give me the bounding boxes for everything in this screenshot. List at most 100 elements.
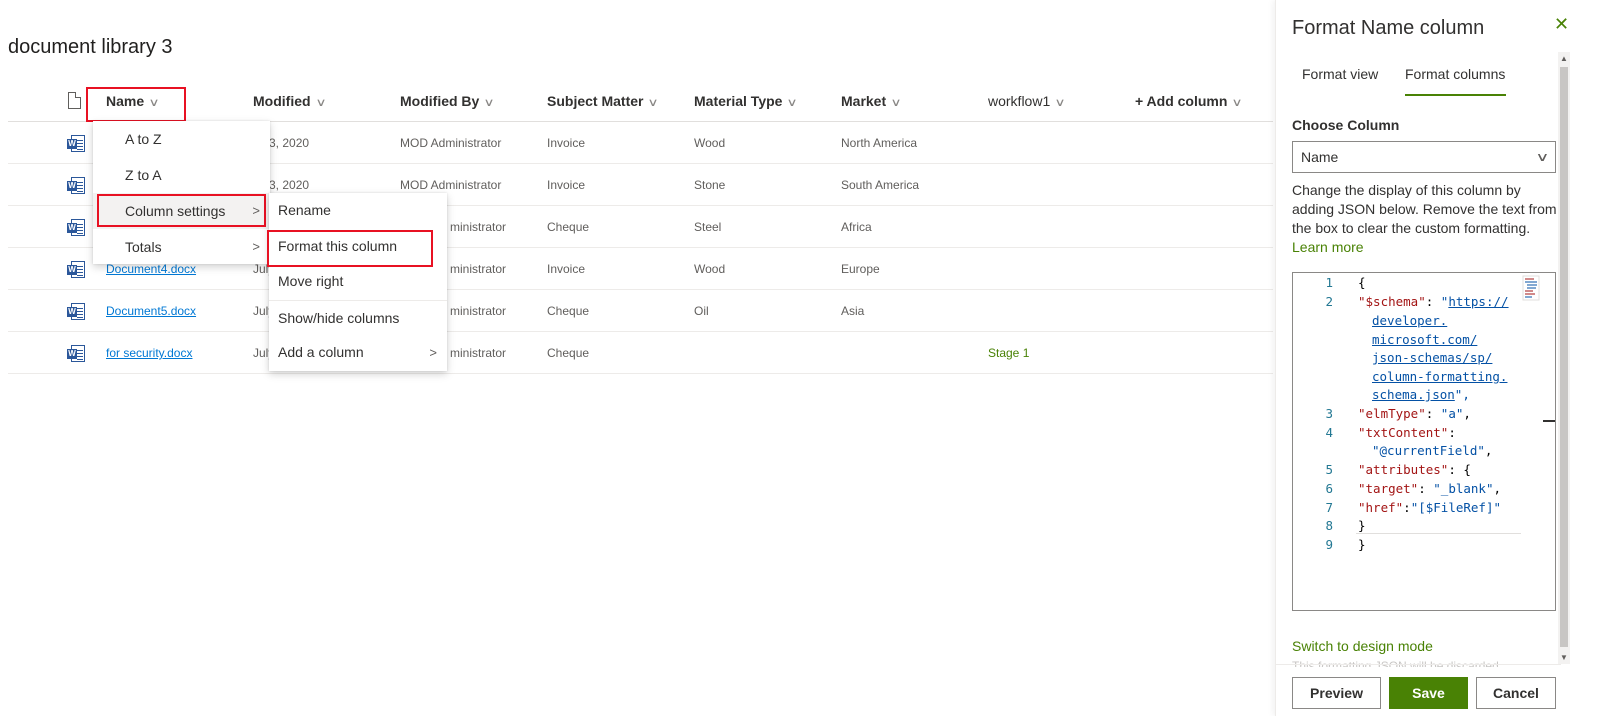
json-value: "[$FileRef]" <box>1410 500 1501 515</box>
preview-button[interactable]: Preview <box>1292 677 1381 709</box>
footer-divider <box>1276 664 1561 665</box>
column-header-label: Subject Matter <box>547 93 644 109</box>
line-number: 5 <box>1325 462 1333 477</box>
code-line: } <box>1358 518 1366 533</box>
json-key: "$schema" <box>1358 294 1426 309</box>
modified-by-cell: MOD Administrator <box>400 136 502 150</box>
editor-scroll-marker <box>1543 420 1555 422</box>
chevron-down-icon: ∨ <box>1231 97 1244 109</box>
json-key: "target" <box>1358 481 1419 496</box>
code-line: schema.json", <box>1372 387 1470 402</box>
menu-item-format-this-column[interactable]: Format this column <box>269 229 447 265</box>
tab-format-columns[interactable]: Format columns <box>1405 64 1506 96</box>
market-cell: Asia <box>841 304 865 318</box>
column-header-label: workflow1 <box>988 93 1051 109</box>
json-value: "@currentField" <box>1372 443 1485 458</box>
faded-note: This formatting JSON will be discarded <box>1292 659 1499 667</box>
code-line: { <box>1358 275 1366 290</box>
json-url-part[interactable]: json-schemas/sp/ <box>1372 350 1492 365</box>
json-key: "elmType" <box>1358 406 1426 421</box>
chevron-down-icon: ∨ <box>314 97 327 109</box>
cancel-button[interactable]: Cancel <box>1476 677 1556 709</box>
json-url-part[interactable]: microsoft.com/ <box>1372 332 1477 347</box>
json-url-part[interactable]: https:// <box>1448 294 1508 309</box>
menu-item-label: Column settings <box>125 203 226 219</box>
dropdown-value: Name <box>1301 149 1339 165</box>
modified-by-cell: ministrator <box>450 220 507 234</box>
description-text: Change the display of this column by add… <box>1292 182 1557 236</box>
scroll-up-icon[interactable]: ▲ <box>1558 54 1570 63</box>
column-header-label: Modified <box>253 93 311 109</box>
close-icon[interactable]: ✕ <box>1554 14 1569 35</box>
chevron-right-icon: > <box>429 345 437 360</box>
code-line: "target": "_blank", <box>1358 481 1502 496</box>
menu-item-totals[interactable]: Totals > <box>93 229 270 265</box>
scrollbar-thumb[interactable] <box>1560 67 1568 647</box>
word-file-icon: W <box>67 135 85 152</box>
menu-item-z-to-a[interactable]: Z to A <box>93 157 270 193</box>
column-header-material-type[interactable]: Material Type ∨ <box>694 84 798 120</box>
table-row[interactable]: W Document5.docx July ministrator Cheque… <box>8 290 1273 332</box>
tab-format-view[interactable]: Format view <box>1302 64 1378 96</box>
format-column-panel: Format Name column ✕ Format view Format … <box>1275 0 1600 716</box>
menu-item-label: Z to A <box>125 167 162 183</box>
panel-title: Format Name column <box>1292 17 1485 39</box>
column-header-label: Material Type <box>694 93 783 109</box>
menu-item-label: Rename <box>278 202 331 218</box>
json-url-part[interactable]: column-formatting. <box>1372 369 1507 384</box>
column-context-menu: A to Z Z to A Column settings > Totals > <box>93 121 270 264</box>
choose-column-dropdown[interactable]: Name ∨ <box>1292 141 1556 173</box>
file-type-icon[interactable] <box>68 92 81 109</box>
column-header-modified[interactable]: Modified ∨ <box>253 84 327 120</box>
file-name-link[interactable]: for security.docx <box>106 332 192 374</box>
menu-item-label: Move right <box>278 273 344 289</box>
line-number: 2 <box>1325 294 1333 309</box>
menu-item-move-right[interactable]: Move right <box>269 264 447 300</box>
chevron-right-icon: > <box>252 239 260 254</box>
column-header-modified-by[interactable]: Modified By ∨ <box>400 84 496 120</box>
current-line-highlight <box>1356 533 1521 534</box>
word-file-icon: W <box>67 303 85 320</box>
json-value: "_blank" <box>1433 481 1494 496</box>
column-header-market[interactable]: Market ∨ <box>841 84 902 120</box>
panel-scrollbar[interactable]: ▲ ▼ <box>1558 52 1570 664</box>
menu-item-column-settings[interactable]: Column settings > <box>93 193 270 229</box>
modified-by-cell: ministrator <box>450 346 507 360</box>
file-name-link[interactable]: Document5.docx <box>106 290 196 332</box>
column-header-row: Name ∨ Modified ∨ Modified By ∨ Subject Mat… <box>8 84 1273 122</box>
menu-item-add-a-column[interactable]: Add a column > <box>269 335 447 371</box>
learn-more-link[interactable]: Learn more <box>1292 239 1364 255</box>
menu-item-rename[interactable]: Rename <box>269 193 447 229</box>
column-header-workflow1[interactable]: workflow1 ∨ <box>988 84 1066 120</box>
chevron-down-icon: ∨ <box>1054 97 1066 109</box>
chevron-down-icon: ∨ <box>647 97 660 109</box>
code-line: "attributes": { <box>1358 462 1471 477</box>
save-button[interactable]: Save <box>1389 677 1468 709</box>
json-punct: ", <box>1454 387 1470 402</box>
chevron-right-icon: > <box>252 203 260 218</box>
switch-to-design-mode-link[interactable]: Switch to design mode <box>1292 638 1433 654</box>
json-url-part[interactable]: developer. <box>1372 313 1447 328</box>
json-editor[interactable]: 1 { 2 "$schema": "https:// developer. mi… <box>1292 272 1556 611</box>
line-number: 8 <box>1325 518 1333 533</box>
column-header-label: Market <box>841 93 887 109</box>
chevron-down-icon: ∨ <box>483 97 496 109</box>
menu-item-a-to-z[interactable]: A to Z <box>93 121 270 157</box>
json-url-part[interactable]: schema.json <box>1372 387 1455 402</box>
column-header-name[interactable]: Name ∨ <box>106 84 160 120</box>
line-number: 1 <box>1325 275 1333 290</box>
subject-matter-cell: Invoice <box>547 178 586 192</box>
material-type-cell: Wood <box>694 262 726 276</box>
json-key: "attributes" <box>1358 462 1449 477</box>
minimap-icon[interactable] <box>1522 275 1540 301</box>
choose-column-label: Choose Column <box>1292 117 1400 133</box>
menu-item-show-hide-columns[interactable]: Show/hide columns <box>269 299 447 336</box>
column-header-subject-matter[interactable]: Subject Matter ∨ <box>547 84 660 120</box>
code-line: "@currentField", <box>1372 443 1493 458</box>
scroll-down-icon[interactable]: ▼ <box>1558 653 1570 662</box>
material-type-cell: Steel <box>694 220 722 234</box>
chevron-down-icon: ∨ <box>1535 150 1550 164</box>
json-value: "a" <box>1440 406 1464 421</box>
add-column-button[interactable]: + Add column ∨ <box>1135 84 1244 120</box>
table-row[interactable]: W for security.docx July ministrator Che… <box>8 332 1273 374</box>
